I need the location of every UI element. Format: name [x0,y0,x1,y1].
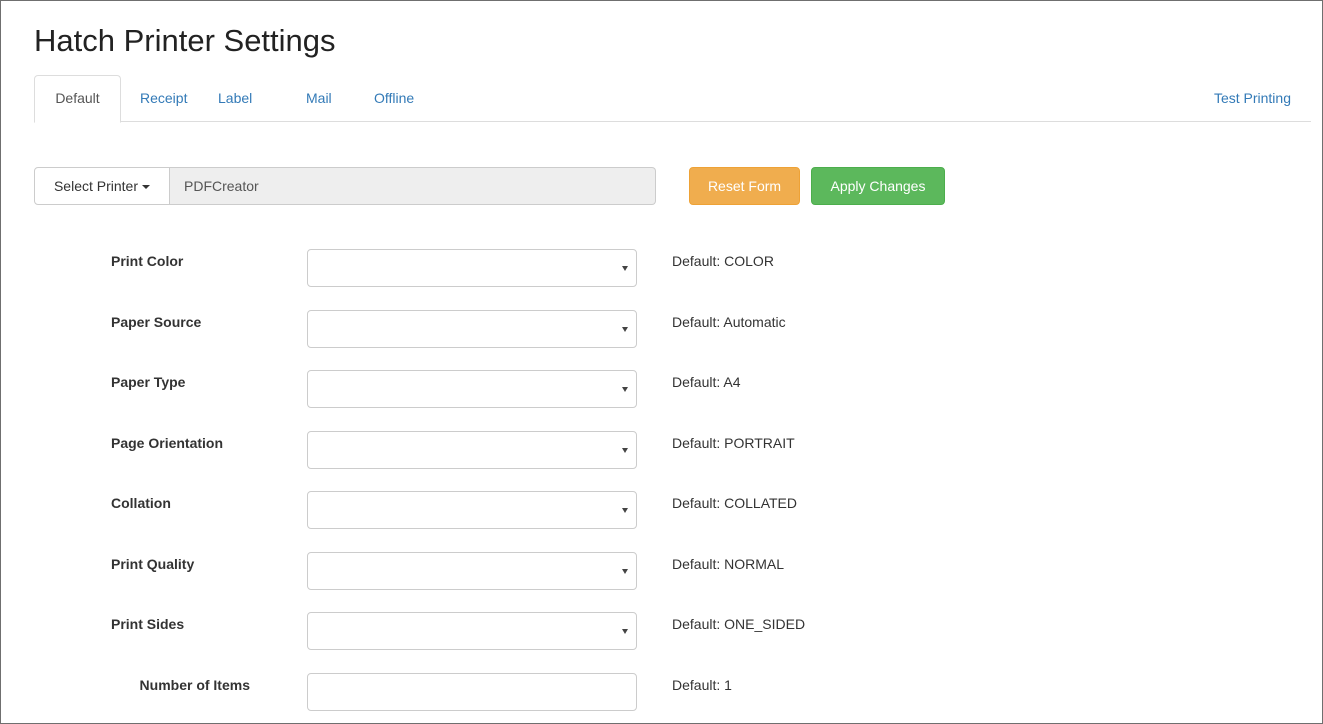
setting-label: Paper Type [111,374,186,390]
collation-select[interactable] [307,491,637,529]
page-frame: Hatch Printer Settings Default Receipt L… [0,0,1323,724]
setting-label: Print Sides [111,616,185,632]
setting-label: Collation [111,495,171,511]
apply-changes-button[interactable]: Apply Changes [811,167,945,205]
tab-bar: Default Receipt Label Mail Offline Test … [34,75,1311,123]
setting-row-page-orientation: Page Orientation Default: PORTRAIT [1,431,1323,469]
setting-label: Paper Source [111,314,202,330]
setting-label: Print Quality [111,556,195,572]
setting-default: Default: NORMAL [672,556,785,572]
dropdown-arrow-icon [622,508,628,513]
setting-default: Default: ONE_SIDED [672,616,806,632]
setting-row-print-color: Print Color Default: COLOR [1,249,1323,287]
paper-source-select[interactable] [307,310,637,348]
setting-label: Print Color [111,253,184,269]
page-title: Hatch Printer Settings [34,23,336,58]
setting-row-paper-type: Paper Type Default: A4 [1,370,1323,408]
page-orientation-select[interactable] [307,431,637,469]
setting-default: Default: 1 [672,677,732,693]
setting-row-paper-source: Paper Source Default: Automatic [1,310,1323,348]
dropdown-arrow-icon [622,387,628,392]
dropdown-arrow-icon [622,569,628,574]
setting-default: Default: A4 [672,374,741,390]
selected-printer-field: PDFCreator [170,167,656,205]
dropdown-arrow-icon [622,448,628,453]
setting-row-collation: Collation Default: COLLATED [1,491,1323,529]
tab-default[interactable]: Default [34,75,121,123]
setting-default: Default: COLLATED [672,495,798,511]
setting-default: Default: Automatic [672,314,786,330]
printer-selector-group: Select Printer PDFCreator [34,167,656,205]
print-quality-select[interactable] [307,552,637,590]
setting-row-number-of-items: Number of Items Default: 1 [1,673,1323,711]
tab-offline[interactable]: Offline [359,75,429,122]
setting-row-print-quality: Print Quality Default: NORMAL [1,552,1323,590]
setting-default: Default: COLOR [672,253,774,269]
print-sides-select[interactable] [307,612,637,650]
print-color-select[interactable] [307,249,637,287]
dropdown-arrow-icon [622,629,628,634]
setting-label: Number of Items [139,677,250,693]
setting-label: Page Orientation [111,435,224,451]
setting-default: Default: PORTRAIT [672,435,795,451]
tab-mail[interactable]: Mail [291,75,347,122]
select-printer-label: Select Printer [53,178,139,194]
reset-form-button[interactable]: Reset Form [689,167,800,205]
select-printer-button[interactable]: Select Printer [34,167,170,205]
tab-test-printing[interactable]: Test Printing [1199,75,1306,122]
tab-label[interactable]: Label [203,75,267,122]
paper-type-select[interactable] [307,370,637,408]
setting-row-print-sides: Print Sides Default: ONE_SIDED [1,612,1323,650]
caret-down-icon [142,185,151,190]
tab-receipt[interactable]: Receipt [125,75,202,122]
dropdown-arrow-icon [622,266,628,271]
number-of-items-input[interactable] [307,673,637,711]
dropdown-arrow-icon [622,327,628,332]
